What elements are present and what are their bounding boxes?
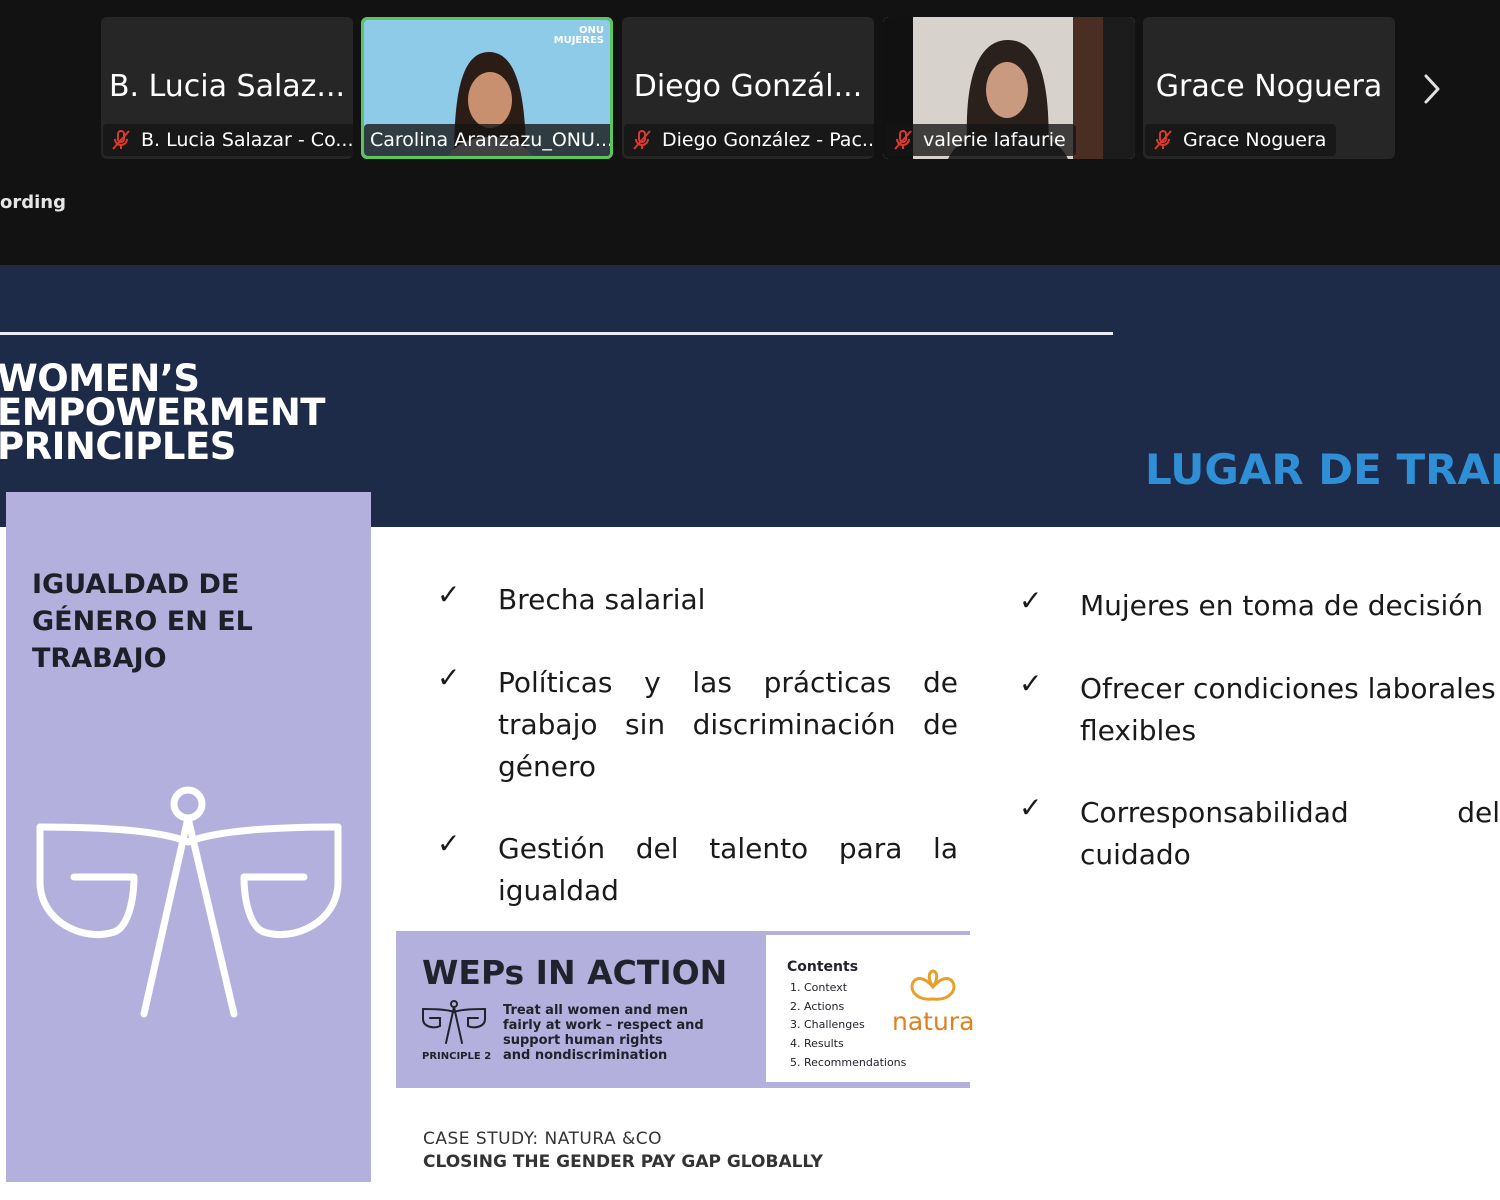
weps-logo-title: WOMEN’S EMPOWERMENT PRINCIPLES: [0, 360, 326, 468]
balance-scale-icon: [36, 786, 342, 1018]
mic-muted-icon: [112, 130, 130, 150]
participant-name-text: Diego González - Pac...: [662, 129, 874, 151]
mic-muted-icon: [633, 130, 651, 150]
heading-line: GÉNERO EN EL: [32, 606, 253, 637]
chevron-right-icon[interactable]: [1418, 72, 1446, 106]
participant-display-name: Grace Noguera: [1155, 69, 1383, 104]
participant-tile-active-speaker[interactable]: ONU MUJERES Carolina Aranzazu_ONU...: [361, 17, 613, 159]
case-study-label: CASE STUDY: NATURA &CO: [423, 1129, 662, 1149]
participant-name-text: valerie lafaurie: [923, 129, 1066, 151]
slide-header: WOMEN’S EMPOWERMENT PRINCIPLES LUGAR DE …: [0, 265, 1500, 527]
weps-in-action-title: WEPs IN ACTION: [422, 953, 728, 992]
contents-item: 2. Actions: [790, 999, 845, 1013]
onu-mujeres-logo: ONU MUJERES: [554, 26, 604, 46]
contents-item: 5. Recommendations: [790, 1055, 907, 1069]
participant-display-name: B. Lucia Salaz...: [108, 69, 346, 104]
balance-scale-icon: [422, 1000, 486, 1044]
logo-line: MUJERES: [553, 35, 604, 46]
natura-flower-icon: [910, 969, 956, 1001]
principle-heading: IGUALDAD DE GÉNERO EN EL TRABAJO: [32, 566, 253, 677]
description-line: support human rights: [503, 1033, 663, 1048]
bullet-text: Gestión del talento para la igualdad: [498, 832, 958, 907]
header-divider: [0, 332, 1113, 335]
participant-name-label: Carolina Aranzazu_ONU...: [364, 124, 613, 156]
principle-number: PRINCIPLE 2: [422, 1051, 492, 1062]
natura-logo: natura: [892, 1007, 975, 1036]
participant-name-text: Grace Noguera: [1183, 129, 1327, 151]
description-line: and nondiscrimination: [503, 1048, 668, 1063]
checkmark-icon: ✓: [1019, 667, 1043, 700]
participant-tile[interactable]: valerie lafaurie: [883, 17, 1135, 159]
participant-name-label: B. Lucia Salazar - Co...: [103, 124, 353, 156]
participant-tile[interactable]: Diego Gonzál... Diego González - Pac...: [622, 17, 874, 159]
description-line: fairly at work – respect and: [503, 1018, 704, 1033]
participant-name-label: Diego González - Pac...: [624, 124, 874, 156]
bullet-text: Ofrecer condiciones laborales flexibles: [1080, 672, 1496, 747]
contents-item: 4. Results: [790, 1037, 844, 1051]
checkmark-icon: ✓: [437, 578, 461, 611]
contents-panel: Contents 1. Context 2. Actions 3. Challe…: [766, 935, 974, 1082]
heading-line: TRABAJO: [32, 643, 167, 674]
checkmark-icon: ✓: [437, 661, 461, 694]
bullet-text: Corresponsabilidad del cuidado: [1080, 796, 1500, 871]
contents-title: Contents: [787, 959, 859, 975]
participant-name-text: Carolina Aranzazu_ONU...: [370, 129, 613, 151]
heading-line: IGUALDAD DE: [32, 569, 240, 600]
contents-item: 1. Context: [790, 981, 848, 994]
principle-card: IGUALDAD DE GÉNERO EN EL TRABAJO: [6, 492, 371, 1182]
bullet-text: Políticas y las prácticas de trabajo sin…: [498, 666, 958, 783]
recording-indicator: ording: [0, 192, 66, 213]
case-study-cover: WEPs IN ACTION PRINCIPLE 2 Treat all wom…: [396, 931, 974, 1088]
bullet-text: Brecha salarial: [498, 583, 706, 616]
participant-name-text: B. Lucia Salazar - Co...: [141, 129, 353, 151]
bullet-text: Mujeres en toma de decisión: [1080, 589, 1484, 622]
mic-muted-icon: [1154, 130, 1172, 150]
mic-muted-icon: [894, 130, 912, 150]
description-line: Treat all women and men: [503, 1003, 688, 1018]
contents-item: 3. Challenges: [790, 1018, 865, 1032]
case-study-title: CLOSING THE GENDER PAY GAP GLOBALLY: [423, 1152, 823, 1172]
checkmark-icon: ✓: [1019, 584, 1043, 617]
section-title: LUGAR DE TRABA: [1145, 445, 1500, 494]
participant-tile[interactable]: Grace Noguera Grace Noguera: [1143, 17, 1395, 159]
contents-list: 1. Context 2. Actions 3. Challenges 4. R…: [790, 979, 906, 1073]
checkmark-icon: ✓: [1019, 791, 1043, 824]
shared-slide: WOMEN’S EMPOWERMENT PRINCIPLES LUGAR DE …: [0, 265, 1500, 1200]
participant-name-label: Grace Noguera: [1145, 124, 1337, 156]
participant-name-label: valerie lafaurie: [885, 124, 1076, 156]
participant-display-name: Diego Gonzál...: [633, 69, 863, 104]
participant-strip: B. Lucia Salaz... B. Lucia Salazar - Co.…: [0, 0, 1500, 265]
principle-description: Treat all women and men fairly at work –…: [503, 1003, 704, 1063]
participant-tile[interactable]: B. Lucia Salaz... B. Lucia Salazar - Co.…: [101, 17, 353, 159]
title-line: PRINCIPLES: [0, 425, 236, 468]
checkmark-icon: ✓: [437, 827, 461, 860]
